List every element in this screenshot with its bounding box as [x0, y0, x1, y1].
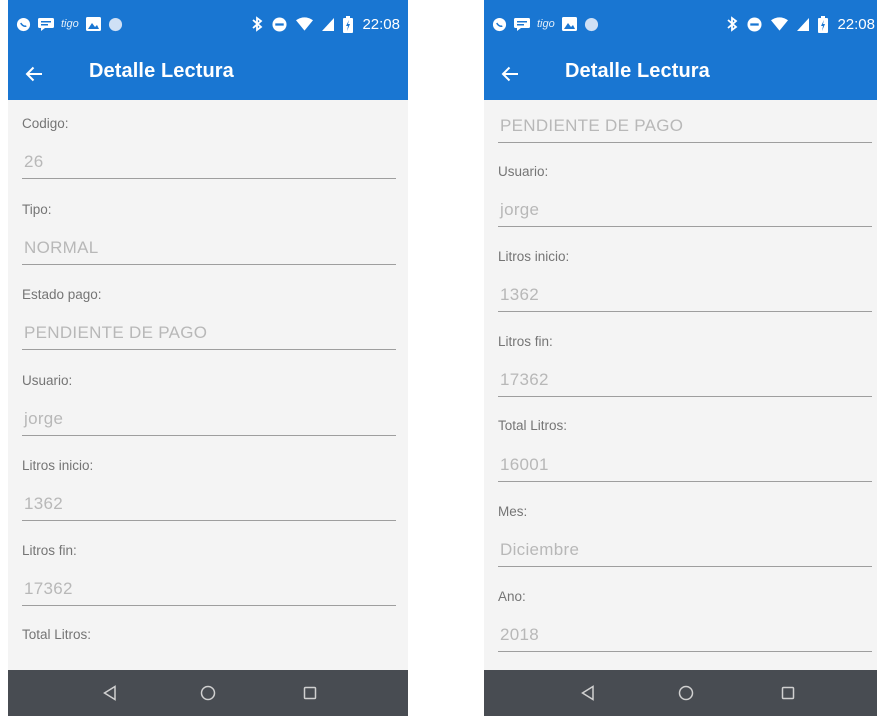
- field-value: 2018: [500, 625, 540, 644]
- app-bar: Detalle Lectura: [8, 48, 408, 100]
- field-label: Total Litros:: [22, 627, 92, 642]
- field-value: 16001: [500, 455, 549, 474]
- image-icon: [85, 17, 101, 31]
- page-title: Detalle Lectura: [565, 60, 710, 82]
- field-value: 17362: [24, 579, 73, 598]
- app-bar: Detalle Lectura: [484, 48, 877, 100]
- signal-icon: [322, 17, 335, 31]
- page-title: Detalle Lectura: [89, 60, 234, 82]
- wifi-icon: [296, 17, 314, 31]
- field-value: PENDIENTE DE PAGO: [500, 116, 684, 135]
- status-bar: tigo 22:08: [8, 0, 408, 48]
- field-input[interactable]: jorge: [498, 197, 872, 227]
- field-input[interactable]: 1362: [22, 491, 396, 521]
- field-value: 1362: [24, 494, 64, 513]
- circle-home-icon: [200, 685, 216, 701]
- nav-home-button[interactable]: [674, 681, 698, 705]
- field-label: Litros inicio:: [498, 249, 570, 264]
- bluetooth-icon: [252, 16, 263, 32]
- field-input[interactable]: 16001: [498, 452, 872, 482]
- field-input[interactable]: jorge: [22, 406, 396, 436]
- field-value: 1362: [500, 285, 540, 304]
- battery-icon: [343, 15, 354, 33]
- field-label: Usuario:: [22, 373, 73, 388]
- message-icon: [514, 17, 530, 31]
- field-value: PENDIENTE DE PAGO: [24, 323, 208, 342]
- triangle-back-icon: [103, 685, 116, 701]
- nav-back-button[interactable]: [98, 681, 122, 705]
- field-label: Mes:: [498, 504, 528, 519]
- field-input[interactable]: 17362: [498, 367, 872, 397]
- field-input[interactable]: [22, 660, 396, 670]
- field-value: 17362: [500, 370, 549, 389]
- back-button[interactable]: [494, 58, 526, 90]
- field-value: Diciembre: [500, 540, 580, 559]
- detail-form: Codigo: 26 Tipo: NORMAL Estado pago: PEN…: [8, 100, 408, 670]
- phone-screen-left: tigo 22:08 Detalle Lectura Codigo: 26 Ti…: [8, 0, 408, 716]
- field-label: Litros fin:: [22, 543, 77, 558]
- carrier-label: tigo: [537, 18, 555, 30]
- field-label: Codigo:: [22, 116, 69, 131]
- field-value: jorge: [500, 200, 540, 219]
- field-value: jorge: [24, 409, 64, 428]
- image-icon: [561, 17, 577, 31]
- wifi-icon: [771, 17, 789, 31]
- bluetooth-icon: [727, 16, 738, 32]
- phone-screen-right: tigo 22:08 Detalle Lectura PENDIENTE DE …: [484, 0, 877, 716]
- sync-circle-icon: [584, 17, 598, 31]
- nav-back-button[interactable]: [576, 681, 600, 705]
- arrow-left-icon: [25, 66, 42, 82]
- battery-icon: [818, 15, 829, 33]
- field-input[interactable]: NORMAL: [22, 235, 396, 265]
- field-input[interactable]: 17362: [22, 576, 396, 606]
- field-input[interactable]: 26: [22, 149, 396, 179]
- do-not-disturb-icon: [747, 16, 762, 32]
- arrow-left-icon: [501, 66, 518, 82]
- field-input[interactable]: 1362: [498, 282, 872, 312]
- field-input[interactable]: PENDIENTE DE PAGO: [498, 113, 872, 143]
- field-label: Litros fin:: [498, 334, 553, 349]
- nav-recents-button[interactable]: [298, 681, 322, 705]
- message-icon: [38, 17, 54, 31]
- field-label: Ano:: [498, 589, 526, 604]
- nav-home-button[interactable]: [196, 681, 220, 705]
- detail-form: PENDIENTE DE PAGO Usuario: jorge Litros …: [484, 100, 877, 670]
- whatsapp-icon: [16, 17, 31, 31]
- field-label: Tipo:: [22, 202, 52, 217]
- field-label: Estado pago:: [22, 287, 102, 302]
- field-label: Litros inicio:: [22, 458, 94, 473]
- nav-recents-button[interactable]: [776, 681, 800, 705]
- triangle-back-icon: [581, 685, 594, 701]
- square-recents-icon: [303, 686, 317, 700]
- square-recents-icon: [781, 686, 795, 700]
- status-time: 22:08: [362, 15, 400, 33]
- system-nav-bar: [484, 670, 877, 716]
- field-label: Total Litros:: [498, 418, 568, 433]
- status-bar: tigo 22:08: [484, 0, 877, 48]
- field-value: 26: [24, 152, 44, 171]
- status-time: 22:08: [837, 15, 875, 33]
- field-value: NORMAL: [24, 238, 99, 257]
- field-input[interactable]: Diciembre: [498, 537, 872, 567]
- field-input[interactable]: PENDIENTE DE PAGO: [22, 320, 396, 350]
- carrier-label: tigo: [61, 18, 79, 30]
- field-label: Usuario:: [498, 164, 549, 179]
- field-input[interactable]: 2018: [498, 622, 872, 652]
- do-not-disturb-icon: [272, 16, 287, 32]
- whatsapp-icon: [492, 17, 507, 31]
- sync-circle-icon: [108, 17, 122, 31]
- back-button[interactable]: [18, 58, 50, 90]
- signal-icon: [797, 17, 810, 31]
- system-nav-bar: [8, 670, 408, 716]
- circle-home-icon: [678, 685, 694, 701]
